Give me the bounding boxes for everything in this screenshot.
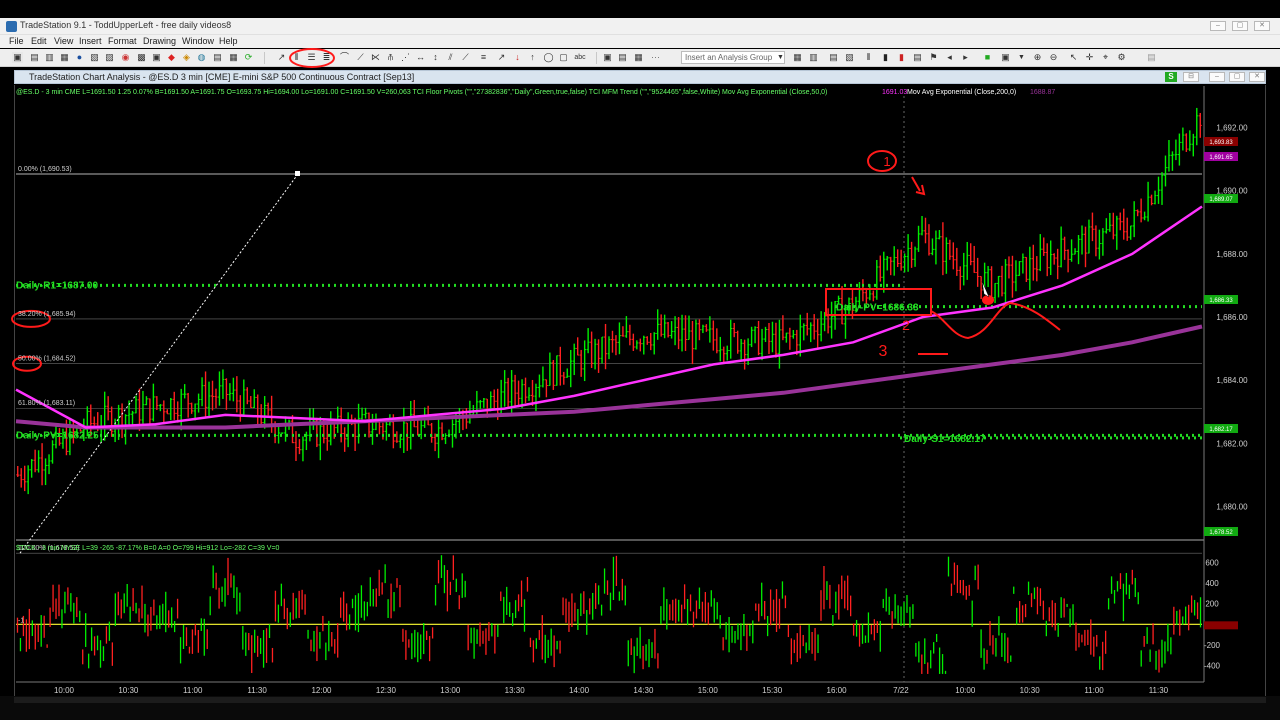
tick-header-text: $TICK - 3 min NYSE L=39 -265 -87.17% B=0… bbox=[16, 545, 280, 552]
time-axis-label: 15:00 bbox=[698, 686, 719, 695]
price-tick-label: 1,684.00 bbox=[1216, 376, 1248, 385]
time-axis-label: 13:30 bbox=[505, 686, 526, 695]
ema200-header-label: Mov Avg Exponential (Close,200,0) bbox=[907, 89, 1016, 96]
ema200-header-value: 1688.87 bbox=[1030, 89, 1055, 96]
price-tag-label: 1,693.83 bbox=[1209, 140, 1233, 146]
time-axis-label: 12:00 bbox=[311, 686, 332, 695]
time-axis-label: 14:00 bbox=[569, 686, 590, 695]
price-tag-label: 1,691.65 bbox=[1209, 155, 1233, 161]
time-axis-label: 11:00 bbox=[183, 686, 203, 695]
time-axis-label: 10:00 bbox=[955, 686, 976, 695]
time-axis-label: 11:00 bbox=[1084, 686, 1104, 695]
tick-axis-label: 600 bbox=[1205, 558, 1219, 567]
price-tick-label: 1,680.00 bbox=[1216, 502, 1248, 511]
price-tag-label: 1,689.07 bbox=[1209, 197, 1233, 203]
price-tick-label: 1,692.00 bbox=[1216, 124, 1248, 133]
time-axis-label: 15:30 bbox=[762, 686, 783, 695]
annotation-number-3: 3 bbox=[879, 343, 888, 360]
annotation-arrow bbox=[911, 176, 926, 196]
time-axis-label: 10:30 bbox=[1020, 686, 1041, 695]
tick-left-marker: -1 bbox=[18, 617, 24, 624]
fib-label: 50.00% (1,684.52) bbox=[18, 356, 76, 363]
tick-bars bbox=[16, 555, 1202, 674]
price-tick-label: 1,686.00 bbox=[1216, 313, 1248, 322]
tick-axis-label: -200 bbox=[1204, 641, 1221, 650]
price-and-breadth-chart[interactable]: 123 1,692.001,690.001,688.001,686.001,68… bbox=[0, 0, 1280, 720]
price-tag-label: 1,682.17 bbox=[1209, 427, 1233, 433]
time-axis-label: 7/22 bbox=[893, 686, 909, 695]
annotation-circle-toolbar bbox=[289, 48, 335, 68]
time-axis-label: 16:00 bbox=[827, 686, 848, 695]
time-axis-label: 11:30 bbox=[247, 686, 267, 695]
fib-anchor-handle bbox=[295, 170, 300, 176]
ema50-header-value: 1691.03 bbox=[882, 89, 907, 96]
tradestation-app: TradeStation 9.1 - ToddUpperLeft - free … bbox=[0, 0, 1280, 720]
pivot-pv-label: Daily-PV=1686.33 bbox=[836, 303, 919, 314]
time-axis-label: 13:00 bbox=[440, 686, 461, 695]
price-tick-label: 1,688.00 bbox=[1216, 250, 1248, 259]
time-axis-label: 10:00 bbox=[54, 686, 75, 695]
chart-overlays: 1 23 bbox=[11, 48, 1203, 554]
annotation-curve bbox=[930, 301, 1061, 340]
annotation-number-2: 2 bbox=[902, 317, 910, 333]
annotation-circle-1 bbox=[867, 150, 897, 172]
price-tag-label: 1,686.33 bbox=[1209, 298, 1233, 304]
time-axis-label: 14:30 bbox=[633, 686, 654, 695]
time-axis-label: 11:30 bbox=[1149, 686, 1169, 695]
price-tag-label: 1,678.52 bbox=[1209, 530, 1233, 536]
annotation-number-1: 1 bbox=[883, 154, 890, 169]
time-axis-label: 12:30 bbox=[376, 686, 397, 695]
horizontal-scrollbar[interactable] bbox=[14, 697, 1266, 703]
pivot-r1-label: Daily-R1=1687.00 bbox=[16, 280, 98, 291]
tick-axis-label: -400 bbox=[1204, 662, 1221, 671]
price-tick-label: 1,682.00 bbox=[1216, 439, 1248, 448]
fib-label: 38.20% (1,685.94) bbox=[18, 311, 76, 318]
price-header-text: @ES.D - 3 min CME L=1691.50 1.25 0.07% B… bbox=[16, 89, 827, 96]
time-axis-label: 10:30 bbox=[118, 686, 139, 695]
pivot-s1-label: Daily-S1=1682.17 bbox=[904, 434, 986, 445]
price-bars bbox=[16, 107, 1202, 495]
chart-grid bbox=[16, 86, 1205, 683]
pivot-pv-prior-label: Daily-PV=1682.25 bbox=[16, 430, 99, 441]
tick-axis-label: 200 bbox=[1205, 600, 1219, 609]
fib-label: 0.00% (1,690.53) bbox=[18, 166, 72, 173]
fib-label: 61.80% (1,683.11) bbox=[18, 400, 75, 407]
tick-axis-label: 400 bbox=[1205, 579, 1219, 588]
tick-last-value-tag bbox=[1204, 621, 1238, 630]
ema50-line bbox=[15, 205, 1203, 429]
chart-labels: 1,692.001,690.001,688.001,686.001,684.00… bbox=[16, 89, 1248, 695]
